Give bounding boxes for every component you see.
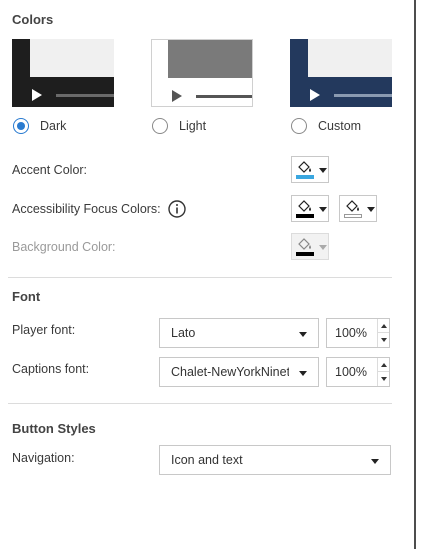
player-properties-panel: Colors Dark Light Custom Accent Color: A… [0, 0, 403, 549]
increment-button[interactable] [377, 358, 389, 372]
preview-content-area [30, 39, 114, 77]
play-icon [310, 89, 320, 101]
focus-color-picker-2[interactable] [339, 195, 377, 222]
divider [8, 403, 392, 404]
info-icon[interactable] [168, 200, 186, 218]
decrement-button[interactable] [377, 333, 389, 347]
accent-color-label: Accent Color: [12, 163, 88, 177]
focus-color-picker-1[interactable] [291, 195, 329, 222]
theme-dark-radio[interactable] [13, 118, 29, 134]
theme-dark-label: Dark [40, 119, 67, 133]
navigation-label: Navigation: [12, 451, 75, 465]
theme-custom-preview[interactable] [290, 39, 392, 107]
player-font-value: Lato [171, 326, 196, 340]
captions-font-label: Captions font: [12, 362, 90, 376]
paint-bucket-icon [298, 200, 311, 212]
divider [8, 277, 392, 278]
font-section-title: Font [12, 289, 41, 304]
navigation-style-select[interactable]: Icon and text [159, 445, 391, 475]
background-color-swatch [296, 252, 314, 256]
preview-content-area [168, 40, 252, 78]
paint-bucket-icon [298, 161, 311, 173]
increment-button[interactable] [377, 319, 389, 333]
seek-track [56, 94, 114, 97]
accent-color-picker[interactable] [291, 156, 329, 183]
background-color-label: Background Color: [12, 240, 116, 254]
play-icon [32, 89, 42, 101]
preview-content-area [308, 39, 392, 77]
focus-color-swatch-2 [344, 214, 362, 218]
captions-font-select[interactable]: Chalet-NewYorkNineteenSixty [159, 357, 319, 387]
seek-track [196, 95, 252, 98]
button-styles-section-title: Button Styles [12, 421, 96, 436]
accent-color-swatch [296, 175, 314, 179]
chevron-down-icon [299, 332, 307, 337]
paint-bucket-icon [346, 200, 359, 212]
captions-font-size-stepper[interactable]: 100% [326, 357, 390, 387]
theme-dark-preview[interactable] [12, 39, 114, 107]
play-icon [172, 90, 182, 102]
colors-section-title: Colors [12, 12, 54, 27]
background-color-picker[interactable] [291, 233, 329, 260]
focus-color-swatch-1 [296, 214, 314, 218]
decrement-button[interactable] [377, 372, 389, 386]
player-font-size-stepper[interactable]: 100% [326, 318, 390, 348]
theme-custom-radio[interactable] [291, 118, 307, 134]
player-font-label: Player font: [12, 323, 76, 337]
theme-light-radio[interactable] [152, 118, 168, 134]
panel-edge [414, 0, 416, 549]
paint-bucket-icon [298, 238, 311, 250]
navigation-style-value: Icon and text [171, 453, 243, 467]
chevron-down-icon [319, 207, 327, 212]
seek-track [334, 94, 392, 97]
chevron-down-icon [319, 245, 327, 250]
chevron-down-icon [319, 168, 327, 173]
chevron-down-icon [367, 207, 375, 212]
focus-colors-label: Accessibility Focus Colors: [12, 202, 161, 216]
captions-font-value: Chalet-NewYorkNineteenSixty [171, 365, 289, 379]
chevron-down-icon [299, 371, 307, 376]
captions-font-size-value: 100% [335, 365, 367, 379]
theme-light-label: Light [179, 119, 207, 133]
player-font-size-value: 100% [335, 326, 367, 340]
theme-light-preview[interactable] [151, 39, 253, 107]
chevron-down-icon [371, 459, 379, 464]
theme-custom-label: Custom [318, 119, 362, 133]
player-font-select[interactable]: Lato [159, 318, 319, 348]
